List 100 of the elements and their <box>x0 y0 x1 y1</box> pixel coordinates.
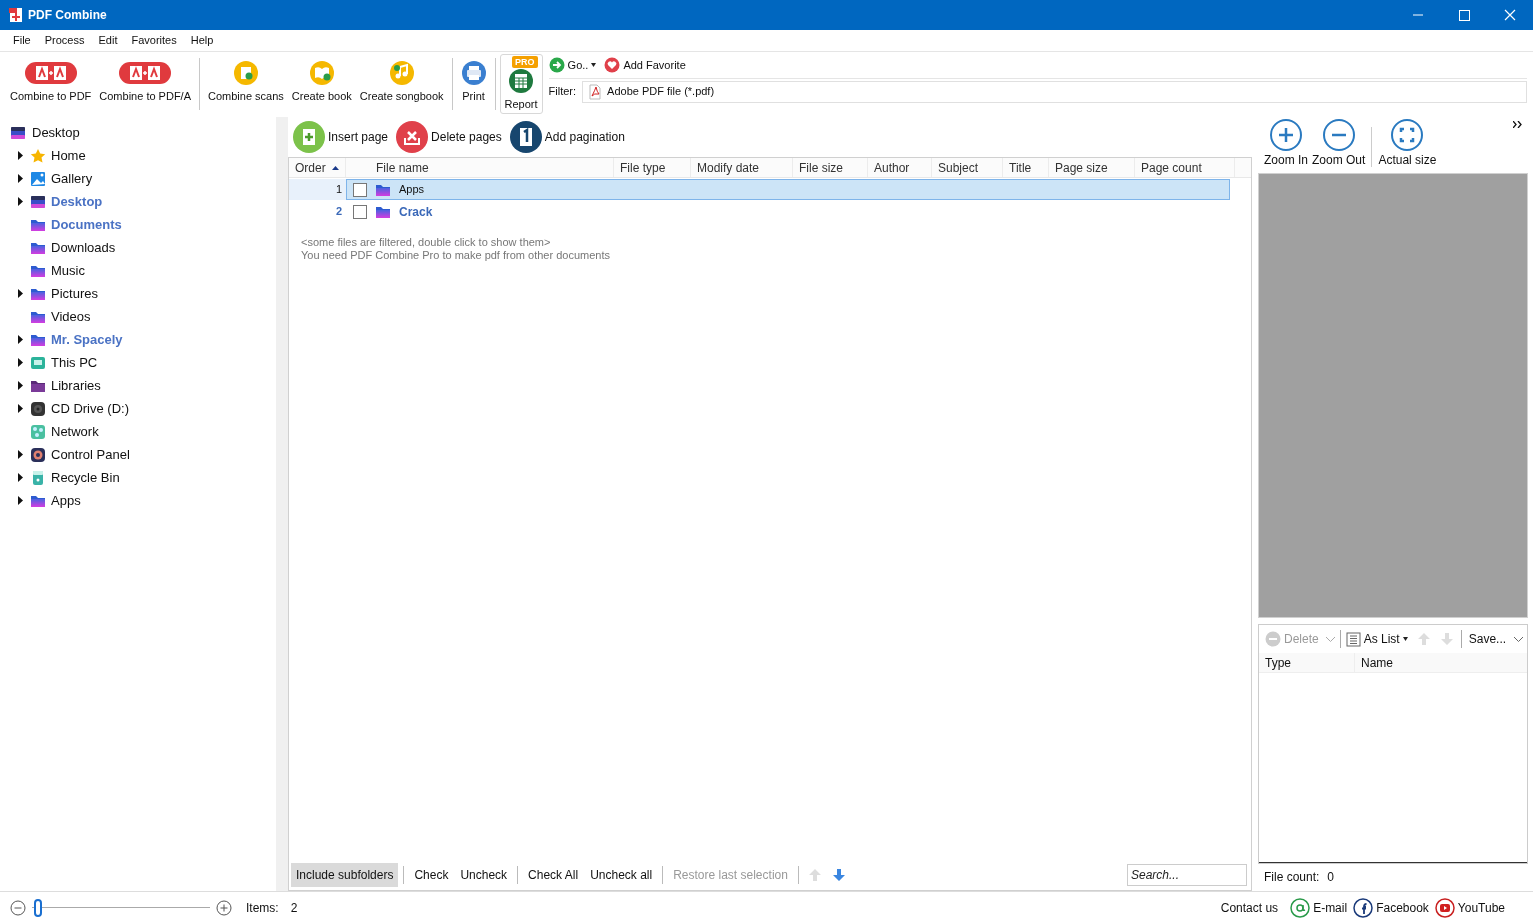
file-count-value: 0 <box>1327 869 1335 886</box>
toolbar-button[interactable]: Include subfolders <box>291 863 399 887</box>
column-header[interactable]: Title <box>1003 158 1049 177</box>
column-header[interactable]: Type <box>1259 653 1355 672</box>
column-header[interactable]: Page size <box>1049 158 1135 177</box>
expand-arrow-icon <box>18 335 23 344</box>
menu-item[interactable]: Process <box>37 32 92 49</box>
zoom-slider[interactable] <box>32 897 210 918</box>
column-header[interactable]: Page count <box>1135 158 1235 177</box>
tree-item[interactable]: Pictures <box>18 282 98 305</box>
add-page-icon <box>293 121 325 153</box>
arrow-right-icon <box>548 57 565 73</box>
tree-item[interactable]: Gallery <box>18 167 93 190</box>
tree-item[interactable]: This PC <box>18 351 98 374</box>
at-sign-icon <box>1290 897 1311 918</box>
column-header[interactable]: Order <box>289 158 346 177</box>
menu-item[interactable]: Help <box>183 32 221 49</box>
go-button[interactable]: Go.. <box>548 56 597 74</box>
action-button[interactable]: Delete pages <box>396 121 502 153</box>
social-link[interactable]: Facebook <box>1353 897 1429 918</box>
menu-item[interactable]: File <box>6 32 38 49</box>
items-count: 2 <box>290 899 298 917</box>
toolbar-button[interactable]: Create book <box>287 54 356 114</box>
toolbar-button[interactable]: Uncheck all <box>585 863 658 887</box>
menu-item[interactable]: Favorites <box>124 32 184 49</box>
social-link[interactable]: E-mail <box>1290 897 1348 918</box>
expand-arrow-icon <box>18 496 23 505</box>
fit-icon <box>1391 119 1424 151</box>
tree-item[interactable]: Documents <box>18 213 122 236</box>
expand-arrow-icon <box>18 151 23 160</box>
zoom-button[interactable]: Zoom In <box>1264 119 1308 169</box>
tree-item[interactable]: Videos <box>18 305 91 328</box>
menu-item[interactable]: Edit <box>91 32 125 49</box>
toolbar-button[interactable]: Combine to PDF/A <box>95 54 195 114</box>
tree-item[interactable]: Desktop <box>10 121 276 144</box>
file-row[interactable]: Crack <box>346 201 1230 222</box>
toolbar-button[interactable]: Create songbook <box>355 54 448 114</box>
checkbox[interactable] <box>353 182 367 197</box>
spreadsheet-icon <box>508 68 535 94</box>
action-button[interactable]: Insert page <box>293 121 389 153</box>
minimize-icon <box>1413 14 1423 16</box>
search-field[interactable]: Search... <box>1127 864 1247 886</box>
monitor-icon <box>30 354 46 371</box>
column-header[interactable]: File name <box>346 158 614 177</box>
expand-arrow-icon <box>18 450 23 459</box>
tree-item[interactable]: Recycle Bin <box>18 466 120 489</box>
expand-arrow-icon <box>18 174 23 183</box>
tree-item[interactable]: Music <box>18 259 85 282</box>
tree-item[interactable]: Apps <box>18 489 81 512</box>
column-header[interactable]: Name <box>1355 653 1527 672</box>
order-cell-text: 2 <box>334 204 343 220</box>
down-arrow-icon <box>1439 632 1454 646</box>
action-button[interactable]: Add pagination <box>509 121 625 153</box>
filter-dropdown[interactable]: Adobe PDF file (*.pdf) <box>582 80 1527 103</box>
zoom-button[interactable]: Zoom Out <box>1312 119 1366 169</box>
social-link[interactable]: YouTube <box>1434 897 1505 918</box>
tree-item[interactable]: Downloads <box>18 236 116 259</box>
pro-badge: PRO <box>512 56 538 68</box>
checkbox[interactable] <box>353 204 367 219</box>
tree-item[interactable]: Mr. Spacely <box>18 328 123 351</box>
tree-item[interactable]: Network <box>18 420 99 443</box>
toolbar-button[interactable]: Check All <box>523 863 584 887</box>
column-header[interactable]: Author <box>868 158 932 177</box>
filter-label: Filter: <box>548 84 577 100</box>
tree-item[interactable]: Libraries <box>18 374 101 397</box>
expand-arrow-icon <box>18 289 23 298</box>
items-label: Items: <box>246 899 279 917</box>
zoom-button[interactable]: Actual size <box>1378 119 1437 169</box>
picture-icon <box>30 170 46 187</box>
order-cell: 1 <box>289 179 346 200</box>
toolbar-button[interactable]: PRO Report <box>499 54 543 114</box>
slider-thumb[interactable] <box>34 898 42 917</box>
documents-icon <box>118 60 173 86</box>
toolbar-button[interactable]: Print <box>456 54 491 114</box>
play-icon <box>1434 897 1455 918</box>
toolbar-button[interactable]: Check <box>409 863 454 887</box>
view-mode-button[interactable]: As List <box>1345 630 1408 648</box>
tree-item[interactable]: CD Drive (D:) <box>18 397 129 420</box>
column-header[interactable]: File size <box>793 158 868 177</box>
zoom-out-icon <box>1322 119 1355 151</box>
tree-item[interactable]: Home <box>18 144 86 167</box>
column-header[interactable]: Modify date <box>691 158 793 177</box>
info-text: <some files are filtered, double click to show them> <box>301 236 552 249</box>
tree-item[interactable]: Desktop <box>18 190 103 213</box>
file-row[interactable]: Apps <box>346 179 1230 200</box>
pdf-icon <box>587 83 604 100</box>
column-header[interactable]: Subject <box>932 158 1003 177</box>
add-favorite-button[interactable]: Add Favorite <box>604 56 686 74</box>
toolbar-button[interactable]: Uncheck <box>455 863 513 887</box>
network-icon <box>30 423 46 440</box>
column-header[interactable]: File type <box>614 158 691 177</box>
toolbar-button[interactable]: Combine scans <box>204 54 288 114</box>
caret-icon <box>1402 637 1408 641</box>
bin-icon <box>30 469 46 486</box>
save-button[interactable]: Save... <box>1468 630 1524 648</box>
expand-arrow-icon <box>18 381 23 390</box>
tree-item[interactable]: Control Panel <box>18 443 130 466</box>
down-arrow-icon <box>831 868 846 882</box>
toolbar-button[interactable]: Combine to PDF <box>6 54 96 114</box>
app-icon <box>8 7 24 23</box>
